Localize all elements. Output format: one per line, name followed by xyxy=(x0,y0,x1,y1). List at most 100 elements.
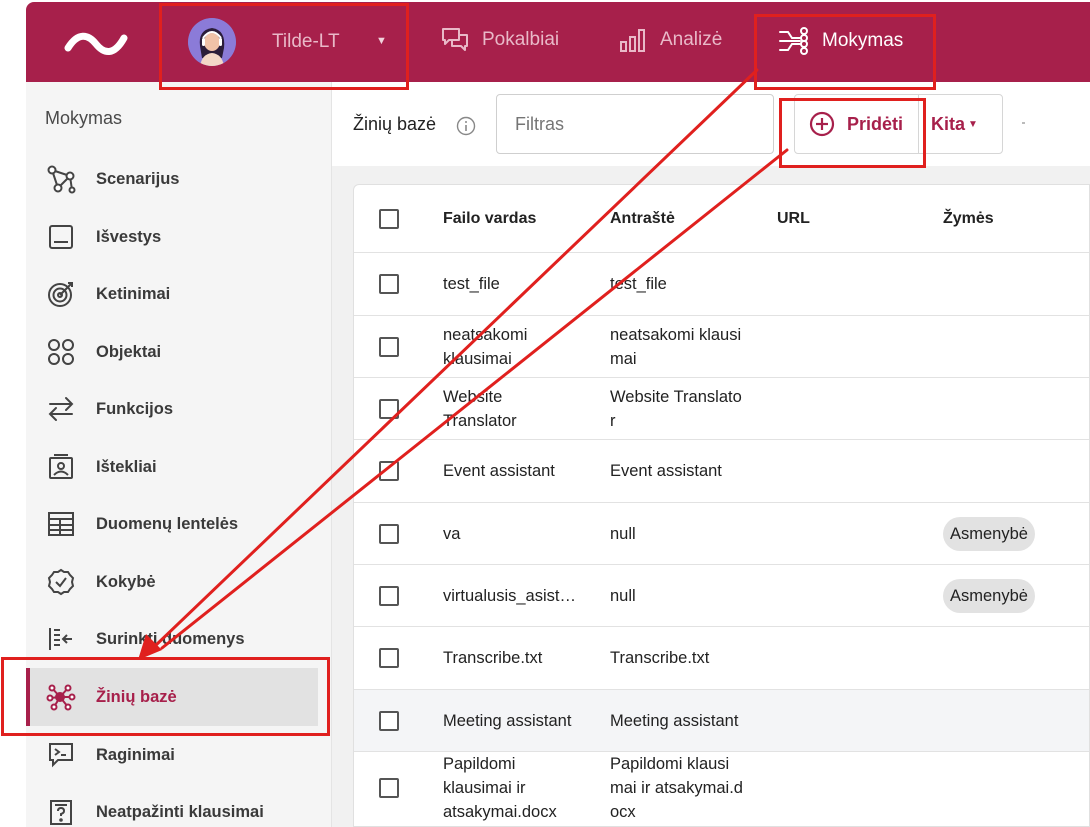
table-row[interactable]: Papildomi klausimai ir atsakymai.docx Pa… xyxy=(354,752,1089,826)
knowledge-base-table: Failo vardas Antraštė URL Žymės test_fil… xyxy=(353,184,1090,827)
column-header-file-name: Failo vardas xyxy=(443,210,537,227)
bar-chart-icon xyxy=(620,29,645,52)
row-checkbox[interactable] xyxy=(379,274,399,294)
file-name-cell: Meeting assistant xyxy=(443,712,572,730)
more-button-label: Kita xyxy=(931,113,966,134)
row-checkbox[interactable] xyxy=(379,399,399,419)
row-checkbox[interactable] xyxy=(379,461,399,481)
nav-pokalbiai-label: Pokalbiai xyxy=(482,29,560,50)
file-name-cell: virtualusis_asist… xyxy=(443,587,576,605)
knowledge-base-icon xyxy=(46,682,76,712)
table-header: Failo vardas Antraštė URL Žymės xyxy=(354,185,1089,253)
select-all-checkbox[interactable] xyxy=(379,209,399,229)
sidebar-item-label: Išvestys xyxy=(96,227,162,246)
page-title: Žinių bazė xyxy=(353,114,437,134)
column-header-tags: Žymės xyxy=(943,210,994,227)
sidebar-item-label: Žinių bazė xyxy=(96,687,177,706)
table-row[interactable]: test_file test_file xyxy=(354,253,1089,316)
table-row[interactable]: Meeting assistant Meeting assistant xyxy=(354,690,1089,752)
sidebar-item-istekliai[interactable]: Ištekliai xyxy=(26,438,318,496)
sidebar-item-ziniu-baze[interactable]: Žinių bazė xyxy=(26,668,318,726)
table-row[interactable]: Website Translator Website Translato r xyxy=(354,378,1089,440)
sidebar-item-label: Raginimai xyxy=(96,745,175,764)
file-name-cell: va xyxy=(443,525,461,543)
row-checkbox[interactable] xyxy=(379,586,399,606)
title-cell: null xyxy=(610,587,636,605)
divider xyxy=(1022,122,1025,124)
data-table-icon xyxy=(46,509,76,539)
sidebar-item-label: Kokybė xyxy=(96,572,156,591)
sidebar-item-raginimai[interactable]: Raginimai xyxy=(26,726,318,784)
sidebar-item-funkcijos[interactable]: Funkcijos xyxy=(26,380,318,438)
title-cell: Transcribe.txt xyxy=(610,649,710,667)
sidebar-item-objektai[interactable]: Objektai xyxy=(26,323,318,381)
file-name-cell: Transcribe.txt xyxy=(443,649,543,667)
add-button-label: Pridėti xyxy=(847,113,904,134)
sidebar-item-isvestys[interactable]: Išvestys xyxy=(26,208,318,266)
knowledge-base-toolbar: Žinių bazė Pridėti Kita ▼ xyxy=(332,82,1090,166)
unrecognized-questions-icon xyxy=(46,797,76,827)
filter-input[interactable] xyxy=(496,94,774,154)
row-checkbox[interactable] xyxy=(379,337,399,357)
file-name-cell: Papildomi klausimai ir atsakymai.docx xyxy=(443,755,557,821)
swap-arrows-icon xyxy=(46,394,76,424)
sidebar-item-duomenu-lenteles[interactable]: Duomenų lentelės xyxy=(26,495,318,553)
output-icon xyxy=(46,222,76,252)
sidebar-item-label: Surinkti duomenys xyxy=(96,629,245,648)
target-icon xyxy=(46,279,76,309)
info-icon[interactable] xyxy=(456,116,476,141)
title-cell: Event assistant xyxy=(610,462,722,480)
sidebar-item-ketinimai[interactable]: Ketinimai xyxy=(26,265,318,323)
more-dropdown-button[interactable]: Kita ▼ xyxy=(931,95,978,153)
title-cell: Papildomi klausi mai ir atsakymai.d ocx xyxy=(610,755,743,821)
sidebar-item-surinkti-duomenys[interactable]: Surinkti duomenys xyxy=(26,610,318,668)
row-checkbox[interactable] xyxy=(379,778,399,798)
tag-chip[interactable]: Asmenybė xyxy=(943,517,1035,551)
sidebar-item-label: Neatpažinti klausimai xyxy=(96,802,264,821)
add-button[interactable]: Pridėti xyxy=(795,95,919,153)
nav-mokymas-label: Mokymas xyxy=(822,30,904,51)
file-name-cell: Website Translator xyxy=(443,388,517,430)
sidebar-title: Mokymas xyxy=(45,108,123,128)
training-icon xyxy=(779,27,808,55)
sidebar-item-scenarijus[interactable]: Scenarijus xyxy=(26,150,318,208)
table-row[interactable]: Event assistant Event assistant xyxy=(354,440,1089,503)
sidebar-item-label: Ketinimai xyxy=(96,284,171,303)
sidebar-item-label: Objektai xyxy=(96,342,162,361)
table-row[interactable]: virtualusis_asist… null Asmenybė xyxy=(354,565,1089,627)
sidebar-item-neatpazinti-klausimai[interactable]: Neatpažinti klausimai xyxy=(26,783,318,827)
plus-circle-icon xyxy=(809,111,835,137)
objects-icon xyxy=(46,337,76,367)
row-checkbox[interactable] xyxy=(379,711,399,731)
chevron-down-icon: ▼ xyxy=(968,118,978,130)
file-name-cell: test_file xyxy=(443,275,500,293)
tag-chip[interactable]: Asmenybė xyxy=(943,579,1035,613)
sidebar-item-label: Funkcijos xyxy=(96,399,174,418)
table-row[interactable]: neatsakomi klausimai neatsakomi klausi m… xyxy=(354,316,1089,378)
title-cell: Website Translato r xyxy=(610,388,742,430)
chevron-down-icon[interactable]: ▼ xyxy=(376,35,387,47)
prompt-icon xyxy=(46,740,76,770)
quality-check-icon xyxy=(46,567,76,597)
title-cell: Meeting assistant xyxy=(610,712,739,730)
row-checkbox[interactable] xyxy=(379,524,399,544)
top-navigation-bar: Tilde-LT ▼ Pokalbiai Analizė Mokymas xyxy=(26,2,1090,82)
sidebar-item-kokybe[interactable]: Kokybė xyxy=(26,553,318,611)
sidebar-item-label: Duomenų lentelės xyxy=(96,514,239,533)
nav-analize-label: Analizė xyxy=(660,29,723,50)
nav-mokymas[interactable]: Mokymas xyxy=(778,26,903,56)
sidebar-item-label: Scenarijus xyxy=(96,169,180,188)
row-checkbox[interactable] xyxy=(379,648,399,668)
chat-icon xyxy=(442,28,468,51)
table-row[interactable]: Transcribe.txt Transcribe.txt xyxy=(354,627,1089,690)
sidebar-item-label: Ištekliai xyxy=(96,457,157,476)
account-selector[interactable]: Tilde-LT ▼ xyxy=(188,18,387,66)
tilde-logo-icon[interactable] xyxy=(64,24,128,69)
title-cell: null xyxy=(610,525,636,543)
nav-pokalbiai[interactable]: Pokalbiai xyxy=(440,26,559,54)
nav-analize[interactable]: Analizė xyxy=(618,26,722,54)
table-row[interactable]: va null Asmenybė xyxy=(354,503,1089,565)
title-cell: neatsakomi klausi mai xyxy=(610,326,742,368)
column-header-title: Antraštė xyxy=(610,210,675,227)
resources-icon xyxy=(46,452,76,482)
